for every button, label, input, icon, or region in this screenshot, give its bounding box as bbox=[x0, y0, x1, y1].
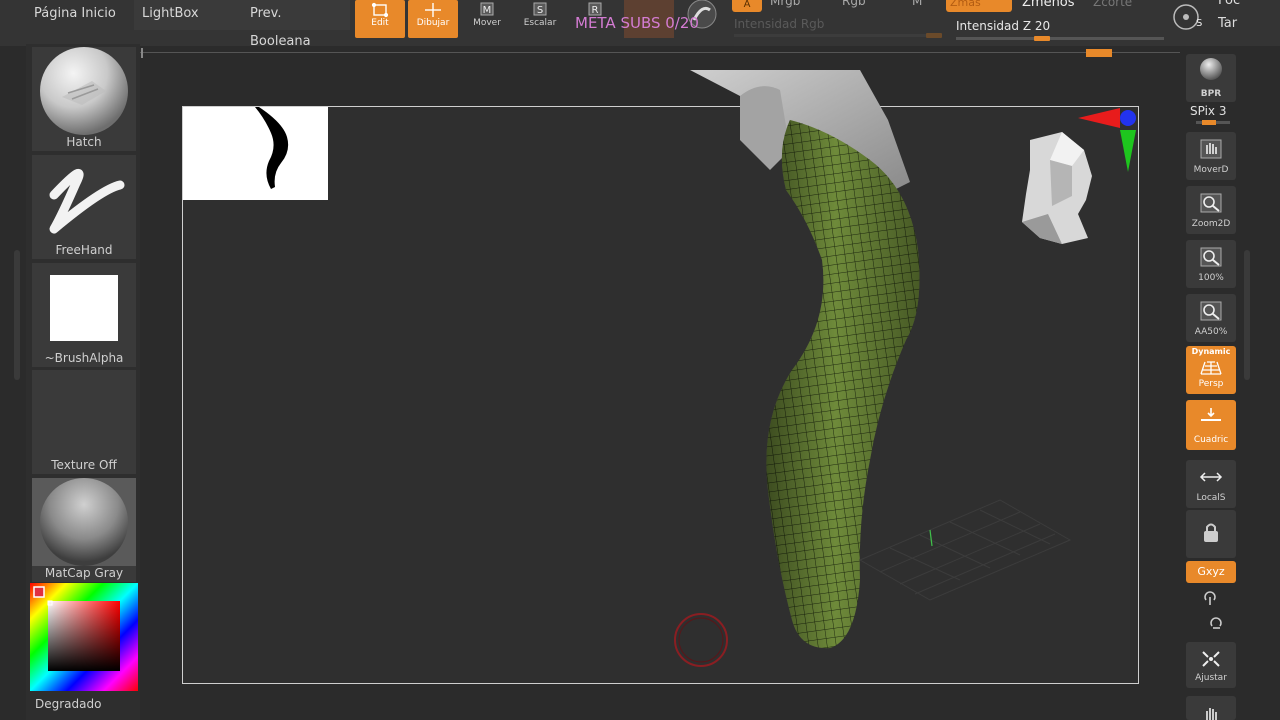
move-tool-label: Mover bbox=[473, 18, 501, 28]
material-selector[interactable]: MatCap Gray bbox=[32, 478, 136, 582]
move-hand-icon bbox=[1200, 139, 1222, 159]
ruler-line bbox=[140, 52, 1180, 53]
stroke-label: FreeHand bbox=[55, 243, 113, 257]
floor-grid-button[interactable]: Cuadric bbox=[1186, 400, 1236, 450]
dynamic-label: Dynamic bbox=[1191, 347, 1231, 356]
rgb-intensity-slider[interactable] bbox=[734, 34, 942, 37]
rotate-y-icon[interactable] bbox=[1202, 590, 1218, 606]
alpha-thumbnail bbox=[50, 275, 118, 341]
spix-slider[interactable]: SPix 3 bbox=[1190, 104, 1226, 118]
fit-label: Ajustar bbox=[1195, 673, 1227, 683]
m-button[interactable]: M bbox=[912, 0, 922, 8]
antialias-half-button[interactable]: AA50% bbox=[1186, 294, 1236, 342]
a-mode-button[interactable]: A bbox=[732, 0, 762, 12]
color-picker[interactable] bbox=[30, 583, 138, 691]
zoom-icon bbox=[1200, 247, 1222, 267]
right-tray-grip[interactable] bbox=[1244, 250, 1250, 380]
svg-text:M: M bbox=[483, 5, 492, 16]
target-button[interactable]: Tar bbox=[1218, 16, 1237, 31]
actual-size-button[interactable]: 100% bbox=[1186, 240, 1236, 288]
rgb-intensity-label: Intensidad Rgb bbox=[734, 17, 825, 31]
gradient-label: Degradado bbox=[35, 697, 102, 711]
lightbox-button[interactable]: LightBox bbox=[134, 0, 242, 30]
lock-icon bbox=[1204, 523, 1218, 542]
edit-icon bbox=[371, 2, 389, 18]
actual-size-label: 100% bbox=[1198, 273, 1224, 283]
brush-selector[interactable]: Hatch bbox=[32, 47, 136, 151]
scale-icon: S bbox=[533, 2, 547, 16]
zoom-icon bbox=[1200, 193, 1222, 213]
zoom2d-label: Zoom2D bbox=[1191, 219, 1231, 229]
zoom2d-button[interactable]: Zoom2D bbox=[1186, 186, 1236, 234]
zsub-button[interactable]: Zmenos bbox=[1022, 0, 1075, 10]
edit-tool-label: Edit bbox=[371, 18, 389, 28]
bpr-icon bbox=[1200, 58, 1222, 80]
fit-button[interactable]: Ajustar bbox=[1186, 642, 1236, 688]
meta-subs-overlay: META SUBS 0/20 bbox=[575, 14, 699, 32]
lock-button[interactable] bbox=[1186, 510, 1236, 558]
perspective-button[interactable]: Dynamic Persp bbox=[1186, 346, 1236, 394]
fit-icon bbox=[1202, 651, 1220, 667]
ruler-start-tick bbox=[141, 48, 143, 58]
alpha-preview-window bbox=[183, 107, 328, 200]
texture-selector[interactable]: Texture Off bbox=[32, 370, 136, 474]
mrgb-button[interactable]: Mrgb bbox=[770, 0, 800, 8]
ruler-marker[interactable] bbox=[1086, 49, 1112, 57]
material-label: MatCap Gray bbox=[44, 566, 124, 580]
alpha-label: ~BrushAlpha bbox=[44, 351, 124, 365]
svg-text:S: S bbox=[1196, 18, 1202, 29]
rotate-z-icon[interactable] bbox=[1208, 616, 1224, 632]
home-page-button[interactable]: Página Inicio bbox=[26, 0, 124, 30]
perspective-icon bbox=[1200, 361, 1222, 375]
bpr-label: BPR bbox=[1200, 89, 1222, 99]
floor-grid-label: Cuadric bbox=[1193, 435, 1229, 445]
local-symmetry-label: LocalS bbox=[1196, 493, 1226, 503]
stroke-selector[interactable]: FreeHand bbox=[32, 155, 136, 259]
texture-label: Texture Off bbox=[51, 458, 117, 472]
zcut-button[interactable]: Zcorte bbox=[1093, 0, 1132, 9]
edit-tool-button[interactable]: Edit bbox=[355, 0, 405, 38]
xyz-button[interactable]: Gxyz bbox=[1186, 561, 1236, 583]
z-intensity-label: Intensidad Z 20 bbox=[956, 19, 1051, 33]
scale-tool-button[interactable]: S Escalar bbox=[515, 0, 565, 38]
local-symmetry-button[interactable]: LocalS bbox=[1186, 460, 1236, 508]
stroke-ruler bbox=[140, 48, 1180, 58]
scale-tool-label: Escalar bbox=[523, 18, 557, 28]
boolean-preview-button[interactable]: Prev. Booleana bbox=[242, 0, 350, 49]
move-tool-button[interactable]: M Mover bbox=[462, 0, 512, 38]
draw-tool-label: Dibujar bbox=[416, 18, 450, 28]
brush-label: Hatch bbox=[66, 135, 102, 149]
top-toolbar: Página Inicio LightBox Prev. Booleana Ed… bbox=[0, 0, 1280, 49]
perspective-label: Persp bbox=[1198, 379, 1224, 389]
alpha-stroke-shape bbox=[255, 107, 289, 189]
spix-thumb[interactable] bbox=[1202, 120, 1216, 125]
local-symmetry-icon bbox=[1199, 472, 1223, 482]
transp-button[interactable] bbox=[1186, 696, 1236, 720]
snapshot-icon[interactable]: S bbox=[1170, 2, 1204, 32]
move-icon: M bbox=[480, 2, 494, 16]
draw-icon bbox=[425, 3, 441, 17]
matcap-sphere-icon bbox=[32, 478, 136, 566]
focal-button[interactable]: Foc bbox=[1218, 0, 1240, 8]
move-view-button[interactable]: MoverD bbox=[1186, 132, 1236, 180]
rgb-button[interactable]: Rgb bbox=[842, 0, 866, 8]
alpha-selector[interactable]: ~BrushAlpha bbox=[32, 263, 136, 367]
zadd-button[interactable]: Zmas bbox=[946, 0, 1012, 12]
bpr-button[interactable]: BPR bbox=[1186, 54, 1236, 102]
freehand-stroke-icon bbox=[49, 168, 125, 234]
zoom-icon bbox=[1200, 301, 1222, 321]
z-intensity-thumb[interactable] bbox=[1034, 36, 1050, 41]
move-view-label: MoverD bbox=[1193, 165, 1229, 175]
floor-grid-icon bbox=[1201, 408, 1221, 421]
svg-text:S: S bbox=[537, 5, 543, 16]
hatch-brush-icon bbox=[40, 47, 128, 135]
z-intensity-slider[interactable] bbox=[956, 37, 1164, 40]
rgb-intensity-thumb[interactable] bbox=[926, 33, 942, 38]
xyz-label: Gxyz bbox=[1197, 565, 1225, 578]
left-tray-grip[interactable] bbox=[14, 250, 20, 380]
antialias-half-label: AA50% bbox=[1194, 327, 1228, 337]
hand-icon bbox=[1206, 708, 1217, 720]
draw-tool-button[interactable]: Dibujar bbox=[408, 0, 458, 38]
